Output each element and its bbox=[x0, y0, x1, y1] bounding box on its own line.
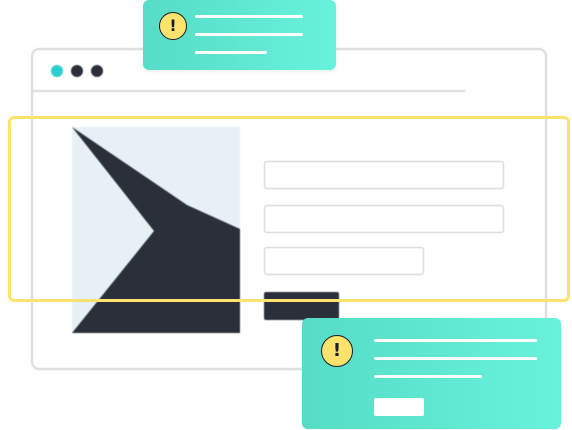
alert-text-line bbox=[195, 33, 303, 36]
warning-icon: ! bbox=[159, 12, 187, 40]
alert-card-top: ! bbox=[143, 0, 336, 70]
alert-text-line bbox=[374, 339, 537, 342]
alert-text-line bbox=[195, 15, 303, 18]
window-minimize-dot[interactable] bbox=[71, 65, 83, 77]
alert-text-line bbox=[195, 51, 267, 54]
highlight-frame bbox=[8, 116, 570, 302]
alert-card-bottom: ! bbox=[302, 318, 561, 429]
warning-icon: ! bbox=[321, 335, 353, 367]
alert-text-line bbox=[374, 375, 482, 378]
alert-text-line bbox=[374, 357, 537, 360]
window-maximize-dot[interactable] bbox=[91, 65, 103, 77]
alert-action-button[interactable] bbox=[374, 398, 424, 416]
illustration-canvas: ! ! bbox=[0, 0, 572, 430]
window-close-dot[interactable] bbox=[51, 65, 63, 77]
toolbar-divider bbox=[33, 90, 465, 92]
